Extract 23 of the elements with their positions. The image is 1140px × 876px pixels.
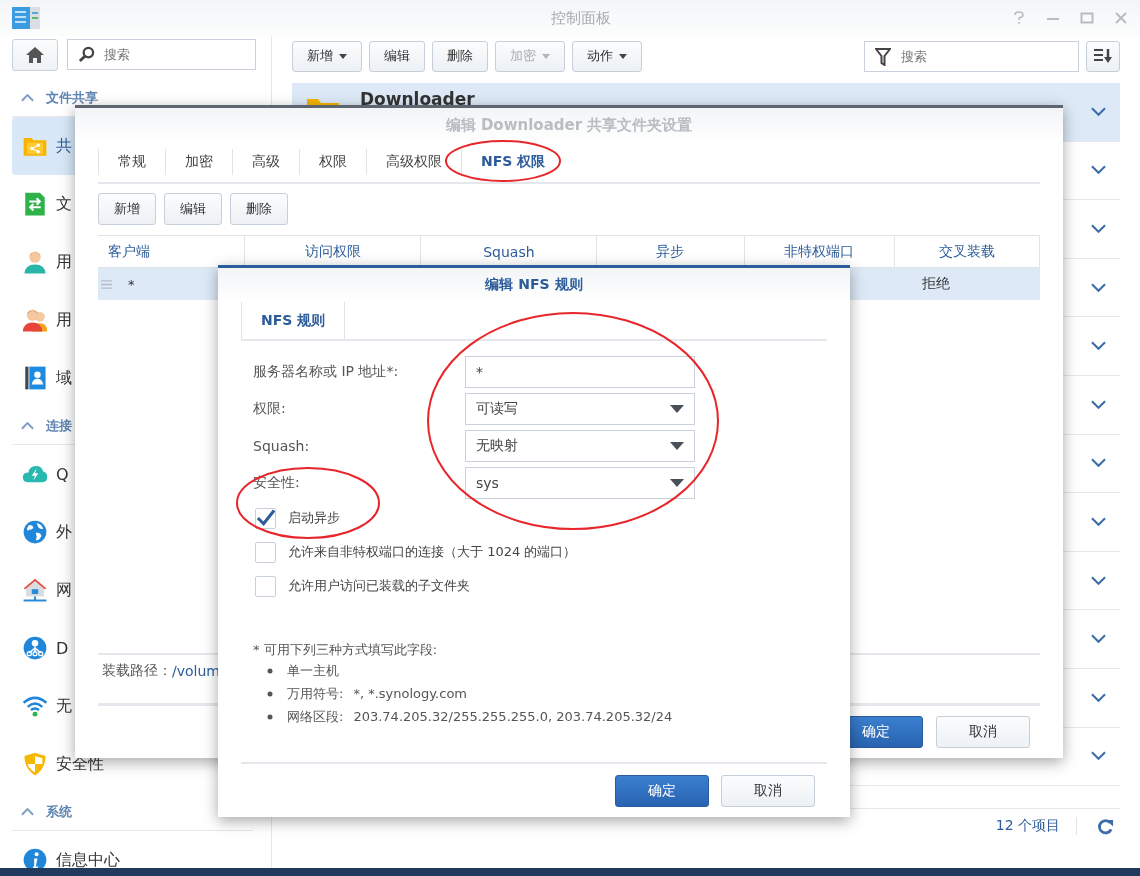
table-cell: *	[128, 276, 135, 292]
field-label: 服务器名称或 IP 地址*:	[253, 362, 400, 381]
field-label: 权限:	[253, 399, 287, 418]
note-item: 单一主机	[287, 661, 339, 680]
checkbox-label: 允许用户访问已装载的子文件夹	[288, 577, 470, 595]
section-title: 系统	[46, 802, 72, 821]
note-item: 万用符号:	[287, 684, 344, 703]
checkbox-label: 启动异步	[288, 509, 340, 527]
folder-name: Downloader	[360, 89, 475, 109]
dialog-title: 编辑 Downloader 共享文件夹设置	[75, 108, 1063, 142]
section-title: 连接	[46, 416, 72, 435]
mount-path-label: 装载路径：	[102, 662, 172, 680]
note-example: *, *.synology.com	[353, 686, 467, 701]
window-title: 控制面板	[550, 8, 612, 28]
section-title: 文件共享	[46, 88, 98, 107]
checkbox-label: 允许来自非特权端口的连接（大于 1024 的端口）	[288, 543, 577, 561]
note-title: * 可用下列三种方式填写此字段:	[253, 641, 438, 659]
note-item: 网络区段:	[287, 707, 344, 726]
item-count: 12 个项目	[995, 817, 1077, 836]
dialog-title: 编辑 NFS 规则	[218, 268, 850, 302]
table-cell: 拒绝	[921, 275, 950, 293]
note-example: 203.74.205.32/255.255.255.0, 203.74.205.32/24	[353, 709, 673, 724]
field-label: Squash:	[253, 437, 311, 454]
